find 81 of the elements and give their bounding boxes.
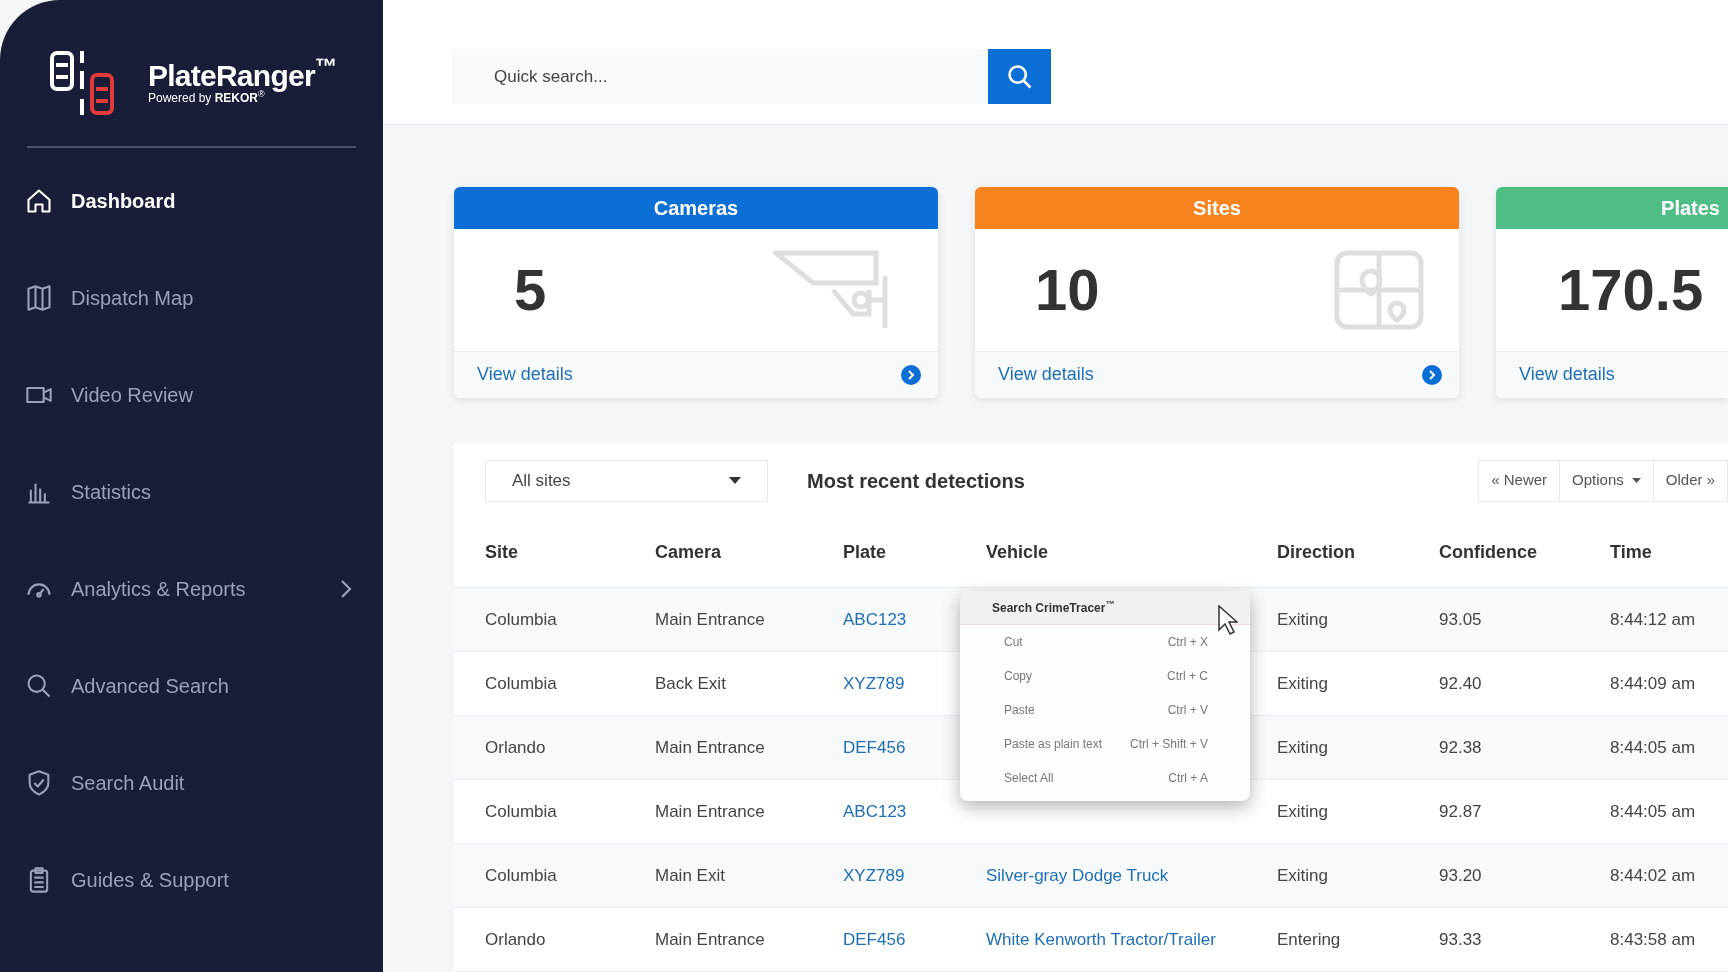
column-header: Camera: [655, 541, 723, 564]
stat-value: 5: [514, 256, 547, 325]
sidebar-item[interactable]: Dispatch Map: [0, 249, 383, 346]
plate-link[interactable]: ABC123: [843, 798, 986, 825]
stat-value: 170.5: [1558, 256, 1704, 325]
table-cell-text: Orlando: [485, 736, 547, 759]
table-cell-text: Exiting: [1277, 864, 1330, 887]
chevron-right-icon: [339, 577, 353, 600]
table-cell-text: Exiting: [1277, 608, 1330, 631]
sidebar-item[interactable]: Dashboard: [0, 152, 383, 249]
table-cell-text: Columbia: [485, 608, 558, 631]
table-cell-text: 8:44:12 am: [1610, 608, 1697, 631]
sidebar-item[interactable]: Video Review: [0, 346, 383, 443]
sidebar-item[interactable]: Advanced Search: [0, 637, 383, 734]
mouse-pointer-icon: [1218, 605, 1238, 635]
menu-item[interactable]: Search CrimeTracer$^{™}$: [960, 591, 1250, 625]
menu-item[interactable]: Paste Ctrl + V: [960, 693, 1250, 727]
pager-button[interactable]: Older »: [1652, 460, 1727, 501]
table-cell-text: Entering: [1277, 928, 1342, 951]
arrow-circle-icon[interactable]: [1422, 364, 1442, 385]
table-cell-text: Main Entrance: [655, 928, 766, 951]
map-icon: [25, 283, 53, 312]
plate-link[interactable]: DEF456: [843, 926, 986, 953]
column-header: Site: [485, 541, 519, 564]
menu-item[interactable]: Paste as plain text Ctrl + Shift + V: [960, 727, 1250, 761]
table-cell-text: Main Entrance: [655, 736, 766, 759]
search-button[interactable]: [988, 49, 1051, 104]
column-header: Confidence: [1439, 541, 1538, 564]
table-cell-text: Columbia: [485, 800, 558, 823]
table-cell-text: 93.05: [1439, 608, 1483, 631]
table-cell-text: 8:44:05 am: [1610, 736, 1697, 759]
column-header: Direction: [1277, 541, 1356, 564]
menu-item[interactable]: Select All Ctrl + A: [960, 761, 1250, 795]
card-header: Cameras: [454, 186, 938, 229]
table-cell-text: 8:43:58 am: [1610, 928, 1697, 951]
table-cell-text: Main Exit: [655, 864, 726, 887]
vehicle-link[interactable]: Silver-gray Dodge Truck: [986, 862, 1277, 889]
table-cell-text: Columbia: [485, 672, 558, 695]
caret-icon: [1631, 477, 1641, 484]
pager-button[interactable]: « Newer: [1479, 460, 1560, 501]
view-details-link[interactable]: View details: [998, 361, 1094, 389]
view-details-link[interactable]: View details: [477, 361, 573, 389]
column-header: Vehicle: [986, 541, 1050, 564]
table-cell-text: 93.33: [1439, 928, 1483, 951]
menu-item[interactable]: Copy Ctrl + C: [960, 659, 1250, 693]
table-cell-text: 8:44:09 am: [1610, 672, 1697, 695]
column-header: Time: [1610, 541, 1653, 564]
sidebar-item[interactable]: Statistics: [0, 443, 383, 540]
table-cell-text: Exiting: [1277, 800, 1330, 823]
stat-value: 10: [1035, 256, 1100, 325]
table-cell-text: 8:44:02 am: [1610, 864, 1697, 887]
search-icon: [25, 671, 53, 700]
search-icon: [1005, 62, 1034, 91]
column-header: Plate: [843, 541, 888, 564]
map-icon: [1334, 249, 1424, 330]
sidebar-item[interactable]: Guides & Support: [0, 831, 383, 928]
table-cell-text: Orlando: [485, 928, 547, 951]
panel-title: Most recent detections: [807, 468, 1025, 494]
card-header: Sites: [975, 186, 1459, 229]
table-cell-text: Exiting: [1277, 672, 1330, 695]
sidebar-item[interactable]: Analytics & Reports: [0, 540, 383, 637]
table-cell-text: Main Entrance: [655, 800, 766, 823]
arrow-circle-icon[interactable]: [901, 364, 921, 385]
caret-icon: [729, 476, 741, 485]
pager-button[interactable]: Options: [1559, 460, 1653, 501]
table-cell-text: 8:44:05 am: [1610, 800, 1697, 823]
table-cell-text: 92.87: [1439, 800, 1483, 823]
search-field[interactable]: Quick search...: [452, 49, 988, 104]
table-cell-text: 93.20: [1439, 864, 1483, 887]
table-cell-text: 92.40: [1439, 672, 1483, 695]
table-cell-text: Back Exit: [655, 672, 727, 695]
card-header: Plates: [1496, 186, 1728, 229]
table-cell-text: Exiting: [1277, 736, 1330, 759]
table-cell-text: Columbia: [485, 864, 558, 887]
site-dropdown[interactable]: All sites: [485, 459, 768, 502]
plate-link[interactable]: XYZ789: [843, 862, 986, 889]
menu-item[interactable]: Cut Ctrl + X: [960, 625, 1250, 659]
sidebar-item[interactable]: Search Audit: [0, 734, 383, 831]
table-cell-text: Main Entrance: [655, 608, 766, 631]
vehicle-link[interactable]: White Kenworth Tractor/Trailer: [986, 926, 1277, 953]
table-cell-text: 92.38: [1439, 736, 1483, 759]
